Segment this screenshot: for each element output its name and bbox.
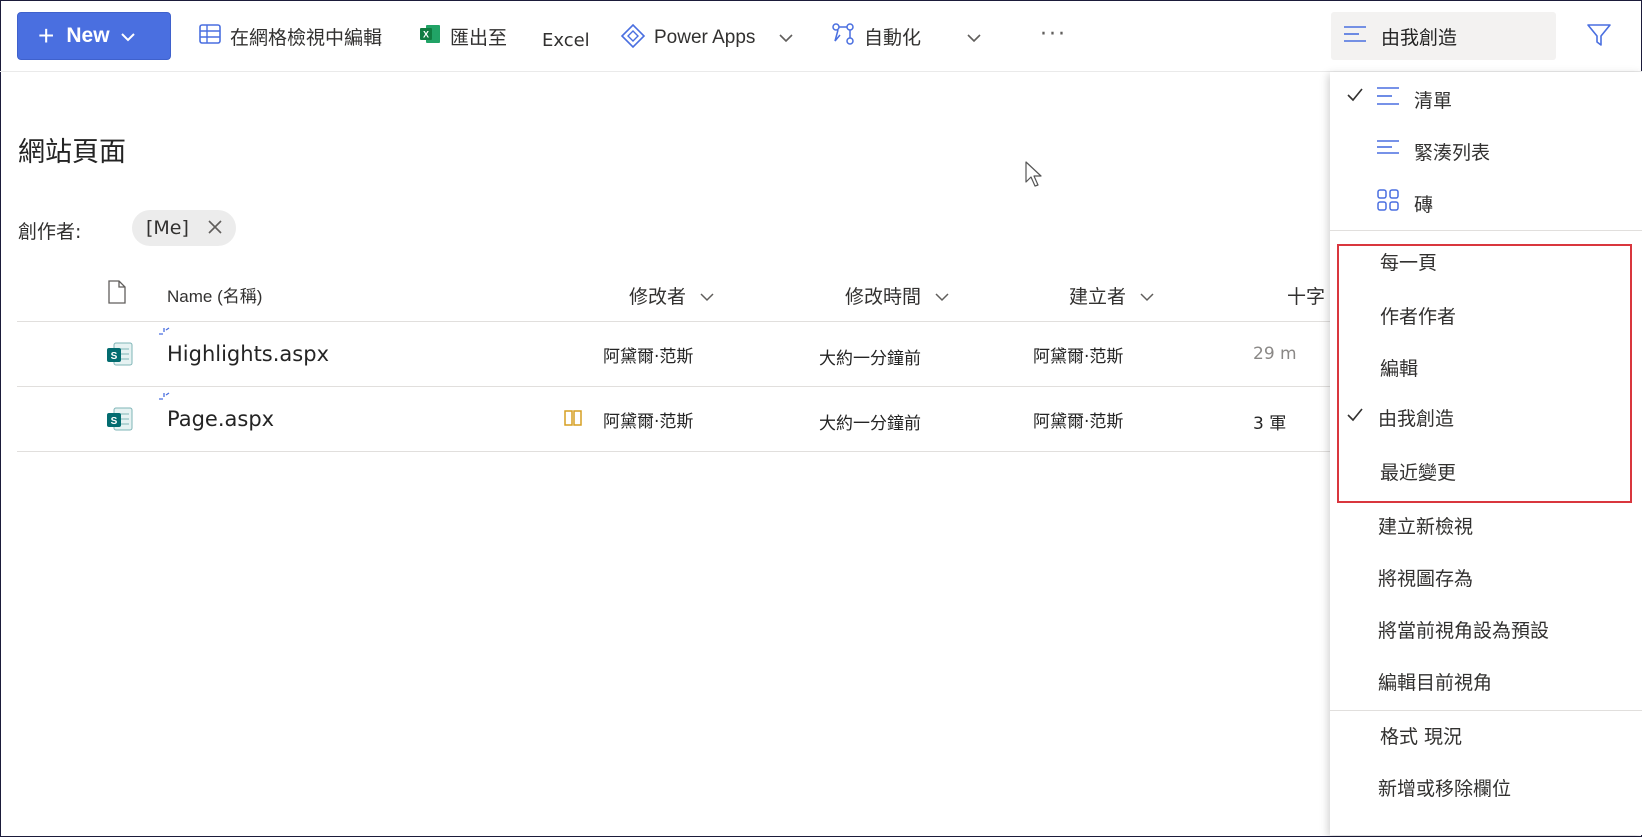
menu-item-label: 新增或移除欄位: [1378, 778, 1512, 800]
filter-pill[interactable]: [Me]: [132, 210, 236, 246]
column-modified-label: 修改時間: [845, 286, 922, 308]
menu-item-label: 編輯目前視角: [1378, 672, 1493, 694]
open-book-icon[interactable]: [563, 409, 583, 431]
grid-icon: [198, 22, 230, 51]
column-created-by[interactable]: 建立者: [1069, 282, 1154, 309]
automate-chevron-icon[interactable]: [966, 28, 982, 47]
chevron-down-icon: [686, 285, 714, 307]
file-type-icon[interactable]: [107, 280, 127, 308]
column-extra[interactable]: 十字: [1287, 282, 1325, 309]
filter-icon[interactable]: [1586, 22, 1612, 52]
filter-pill-label: [Me]: [146, 217, 189, 239]
chevron-down-icon: [921, 285, 949, 307]
column-name-label: Name (名稱): [167, 287, 263, 306]
new-button-label: New: [66, 24, 110, 47]
flow-icon: [830, 21, 864, 52]
svg-text:X: X: [423, 29, 429, 39]
export-label: 匯出至: [450, 26, 508, 49]
power-apps-label: Power Apps: [654, 27, 756, 48]
list-view-icon: [1343, 24, 1381, 49]
modified-by-cell[interactable]: 阿黛爾·范斯: [603, 342, 693, 367]
file-name-link[interactable]: Page.aspx: [167, 407, 274, 431]
column-created-by-label: 建立者: [1069, 286, 1127, 308]
menu-item-label: 將視圖存為: [1378, 568, 1474, 590]
chevron-down-icon: [1126, 285, 1154, 307]
automate-label: 自動化: [864, 26, 922, 49]
mouse-cursor-icon: [1024, 160, 1044, 192]
close-icon[interactable]: [204, 216, 226, 243]
menu-item-label: 將當前視角設為預設: [1378, 620, 1550, 642]
created-by-cell[interactable]: 阿黛爾·范斯: [1033, 407, 1123, 432]
menu-item-list[interactable]: 清單: [1330, 72, 1642, 120]
filter-label: 創作者:: [18, 221, 82, 243]
highlight-annotation-box: [1337, 244, 1632, 503]
list-icon: [1376, 85, 1400, 112]
menu-item-save-view-as[interactable]: 將視圖存為: [1330, 550, 1642, 598]
chevron-down-icon: [120, 24, 136, 48]
column-name[interactable]: Name (名稱): [167, 282, 262, 307]
menu-divider: [1330, 230, 1642, 231]
menu-item-tiles[interactable]: 磚: [1330, 176, 1642, 224]
check-icon: [1346, 86, 1364, 109]
power-apps-icon: [620, 23, 654, 54]
modified-cell: 大約一分鐘前: [819, 414, 921, 434]
menu-item-create-view[interactable]: 建立新檢視: [1330, 498, 1642, 546]
menu-item-label: 磚: [1414, 194, 1434, 216]
svg-text:S: S: [111, 416, 118, 427]
svg-text:S: S: [111, 351, 118, 362]
export-button[interactable]: X 匯出至: [418, 20, 507, 52]
excel-icon: X: [418, 22, 450, 51]
page-title: 網站頁面: [18, 137, 126, 168]
column-modified-by[interactable]: 修改者: [629, 282, 714, 309]
modified-cell: 大約一分鐘前: [819, 349, 921, 369]
power-apps-chevron-icon[interactable]: [778, 28, 794, 47]
new-button[interactable]: + New: [17, 12, 171, 60]
grid-edit-button[interactable]: 在網格檢視中編輯: [198, 20, 382, 52]
more-options-icon[interactable]: ···: [1040, 22, 1067, 47]
menu-item-label: 建立新檢視: [1378, 516, 1474, 538]
grid-edit-label: 在網格檢視中編輯: [230, 26, 383, 49]
extra-cell: 29 m: [1253, 344, 1297, 364]
column-extra-label: 十字: [1287, 286, 1326, 308]
plus-icon: +: [38, 20, 55, 51]
menu-item-label: 清單: [1414, 90, 1453, 112]
power-apps-button[interactable]: Power Apps: [620, 22, 755, 54]
file-name-link[interactable]: Highlights.aspx: [167, 342, 329, 366]
column-modified-by-label: 修改者: [629, 286, 687, 308]
modified-by-cell[interactable]: 阿黛爾·范斯: [603, 407, 693, 432]
tiles-icon: [1376, 188, 1400, 217]
current-view-label: 由我創造: [1381, 26, 1458, 49]
menu-item-format-view[interactable]: 格式 現況: [1330, 708, 1642, 756]
compact-list-icon: [1376, 137, 1400, 164]
menu-item-set-default-view[interactable]: 將當前視角設為預設: [1330, 602, 1642, 650]
menu-item-compact-list[interactable]: 緊湊列表: [1330, 124, 1642, 172]
automate-button[interactable]: 自動化: [830, 20, 921, 52]
sharepoint-page-icon: S: [105, 339, 135, 373]
menu-item-add-remove-columns[interactable]: 新增或移除欄位: [1330, 760, 1642, 808]
command-bar: + New 在網格檢視中編輯 X 匯出至 Excel Power Apps 自動…: [0, 0, 1642, 72]
table-row[interactable]: S Highlights.aspx 阿黛爾·范斯 大約一分鐘前 阿黛爾·范斯 2…: [17, 322, 1332, 387]
menu-item-edit-current-view[interactable]: 編輯目前視角: [1330, 654, 1642, 702]
view-switcher[interactable]: 由我創造: [1331, 12, 1556, 60]
list-header: Name (名稱) 修改者 修改時間 建立者 十字: [17, 268, 1332, 322]
menu-item-label: 緊湊列表: [1414, 142, 1491, 164]
column-modified[interactable]: 修改時間: [845, 282, 949, 309]
sharepoint-page-icon: S: [105, 404, 135, 438]
table-row[interactable]: S Page.aspx 阿黛爾·范斯 大約一分鐘前 阿黛爾·范斯 3 軍: [17, 387, 1332, 452]
created-by-cell[interactable]: 阿黛爾·范斯: [1033, 342, 1123, 367]
extra-cell: 3 軍: [1253, 414, 1287, 434]
excel-label: Excel: [542, 29, 590, 51]
menu-item-label: 格式 現況: [1380, 726, 1463, 748]
